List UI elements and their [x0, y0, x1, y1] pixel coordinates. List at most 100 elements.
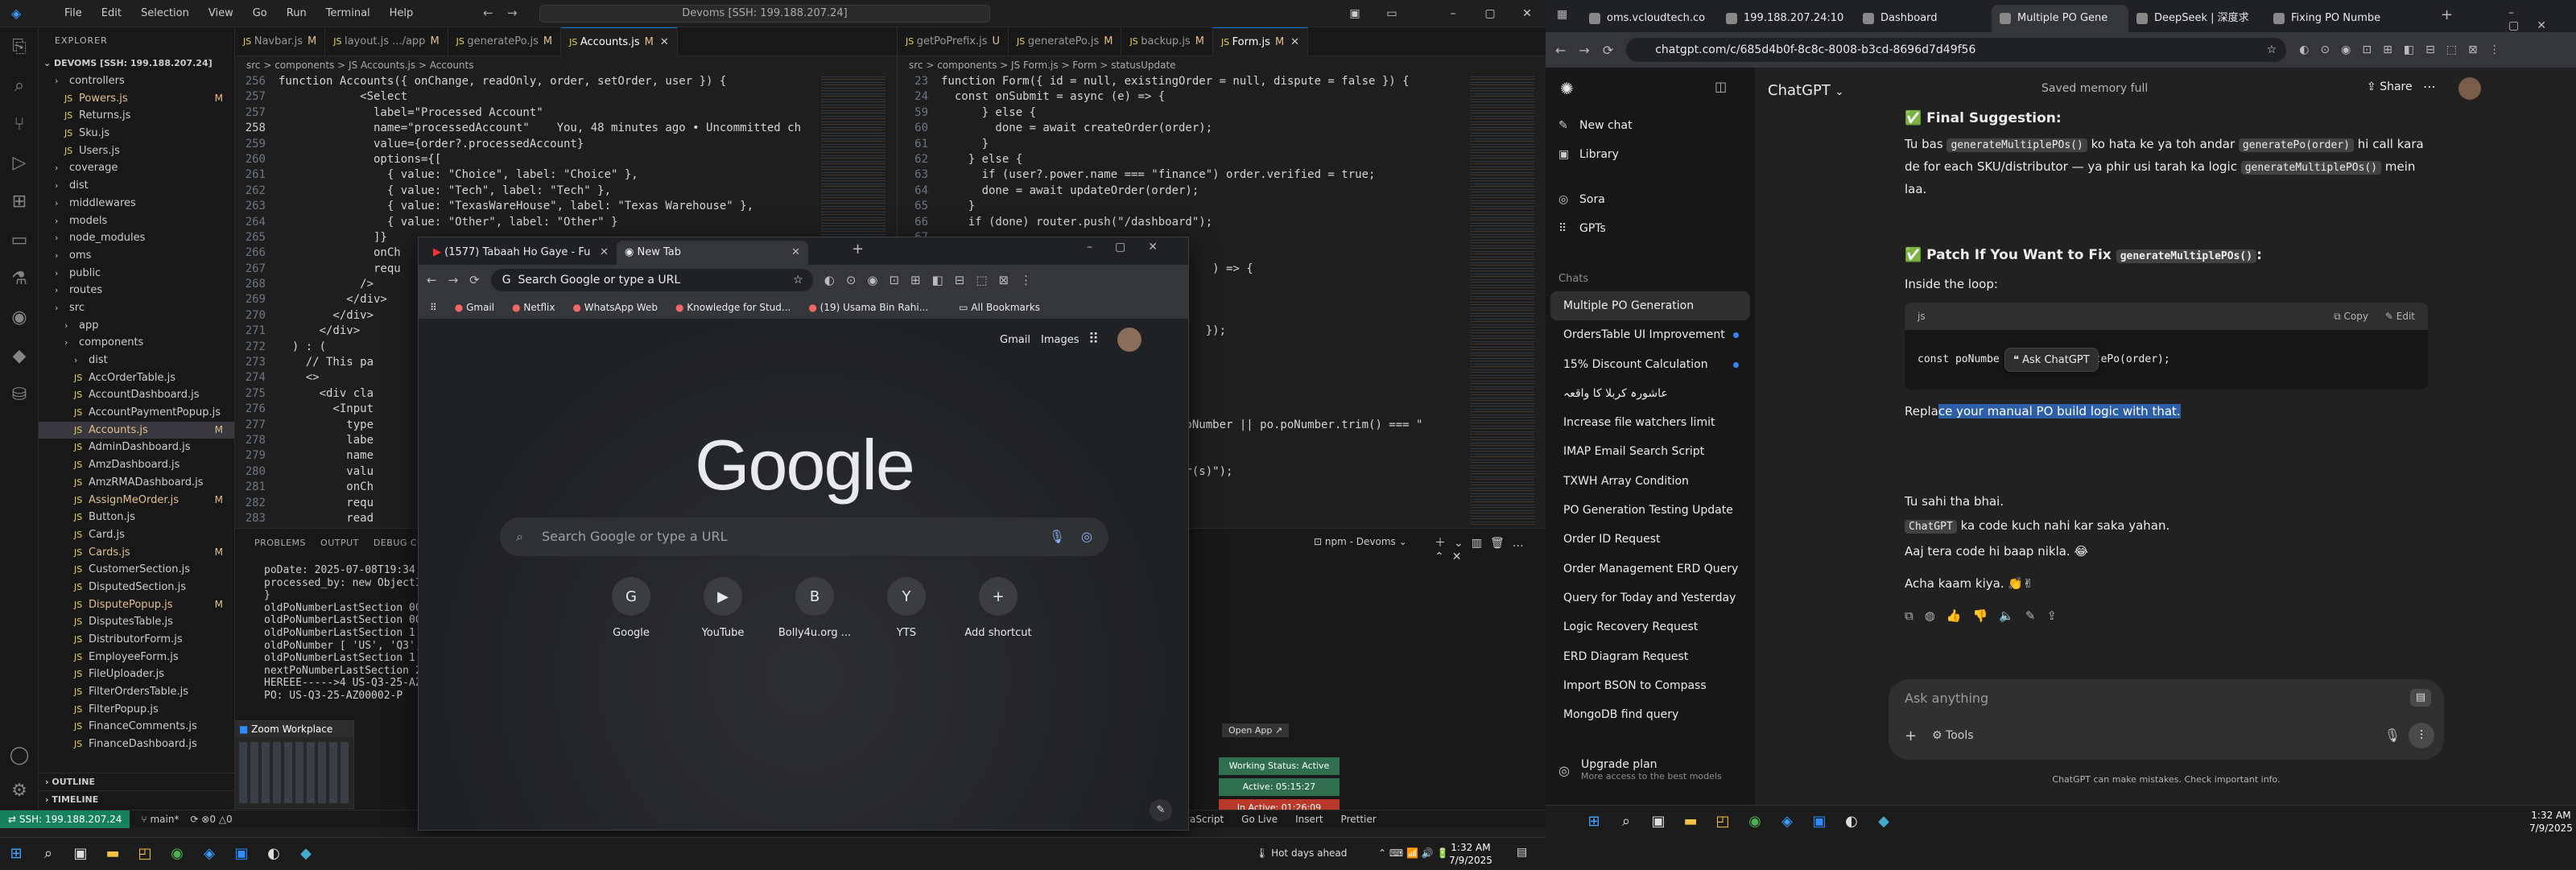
- file-item[interactable]: JS FinanceDashboard.js: [39, 736, 234, 753]
- gpts-button[interactable]: ⠿ GPTs: [1546, 214, 1755, 243]
- shortcut-tile[interactable]: G Google: [594, 577, 668, 639]
- file-item[interactable]: JS FilterPopup.js: [39, 701, 234, 719]
- attachment-preview-icon[interactable]: ▤: [2410, 689, 2431, 707]
- chat-history-item[interactable]: Increase file watchers limit: [1550, 408, 1750, 437]
- file-item[interactable]: JS Card.js: [39, 526, 234, 544]
- images-link[interactable]: Images: [1041, 334, 1080, 346]
- menu-view[interactable]: View: [200, 4, 242, 23]
- message-actions[interactable]: ⧉◍👍👎🔈✎⇪: [1905, 605, 2428, 626]
- copy-button[interactable]: ⧉ Copy: [2334, 303, 2368, 330]
- source-control-icon[interactable]: ⑂: [0, 105, 39, 143]
- customize-pencil-icon[interactable]: ✎: [1150, 799, 1172, 822]
- folder-item[interactable]: › oms: [39, 247, 234, 265]
- file-item[interactable]: JS CustomerSection.js: [39, 561, 234, 579]
- chat-history-item[interactable]: عاشورہ کربلا کا واقعہ: [1550, 379, 1750, 408]
- thumbs-down-icon[interactable]: 👎: [1973, 608, 2000, 623]
- panel-actions[interactable]: ＋⌄▥🗑…⌃✕: [1435, 534, 1546, 563]
- status-item[interactable]: Prettier: [1341, 814, 1377, 825]
- new-chat-button[interactable]: ✎ New chat: [1546, 111, 1755, 140]
- zoom-icon[interactable]: ▣: [1803, 806, 1835, 838]
- menu-terminal[interactable]: Terminal: [318, 4, 378, 23]
- read-aloud-icon[interactable]: 🔈: [1999, 608, 2025, 623]
- openai-logo-icon[interactable]: ✺: [1560, 79, 1574, 98]
- close-tab-icon[interactable]: ✕: [791, 241, 800, 265]
- chat-history-item[interactable]: IMAP Email Search Script: [1550, 437, 1750, 466]
- zoom-icon[interactable]: ▣: [225, 838, 258, 870]
- menu-edit[interactable]: Edit: [93, 4, 130, 23]
- address-bar[interactable]: chatgpt.com/c/685d4b0f-8c8c-8008-b3cd-86…: [1626, 38, 2287, 62]
- sora-button[interactable]: ◎ Sora: [1546, 185, 1755, 214]
- chat-history-item[interactable]: Import BSON to Compass: [1550, 671, 1750, 700]
- extension-icons[interactable]: ◐⊙◉⊡⊞◧⊟⬚⊠⋮: [2299, 43, 2512, 56]
- file-item[interactable]: JS DisputedSection.js: [39, 579, 234, 596]
- edit-icon[interactable]: ✎: [2025, 608, 2047, 623]
- start-icon[interactable]: ⊞: [0, 838, 32, 870]
- menu-go[interactable]: Go: [245, 4, 275, 23]
- file-item[interactable]: JS Cards.js M: [39, 544, 234, 562]
- share-button[interactable]: ⇪ Share: [2367, 80, 2413, 93]
- forward-arrow-icon[interactable]: →: [507, 6, 518, 20]
- file-item[interactable]: JS AssignMeOrder.js M: [39, 492, 234, 509]
- file-explorer-icon[interactable]: ▬: [97, 838, 129, 870]
- folder-item[interactable]: › routes: [39, 282, 234, 299]
- file-item[interactable]: JS DisputePopup.js M: [39, 596, 234, 614]
- editor-tab[interactable]: JS getPoPrefix.js U: [898, 27, 1009, 56]
- tools-button[interactable]: ⚙ Tools: [1932, 729, 1974, 742]
- file-item[interactable]: JS FileUploader.js: [39, 666, 234, 683]
- browser-tab[interactable]: Dashboard: [1855, 5, 1992, 32]
- panel-tab[interactable]: PROBLEMS: [254, 538, 306, 548]
- task-view-icon[interactable]: ▣: [64, 838, 97, 870]
- file-item[interactable]: JS Returns.js: [39, 107, 234, 125]
- profile-avatar[interactable]: [1117, 328, 1141, 352]
- open-app-button[interactable]: Open App ↗: [1222, 724, 1290, 737]
- memory-icon[interactable]: ◍: [1925, 608, 1946, 623]
- weather-widget[interactable]: 🌡 Hot days ahead: [1256, 847, 1347, 859]
- back-icon[interactable]: ←: [1555, 43, 1566, 58]
- model-selector[interactable]: ChatGPT ⌄: [1768, 82, 1844, 99]
- chat-history-item[interactable]: Multiple PO Generation: [1550, 291, 1750, 321]
- bookmark-item[interactable]: ● Knowledge for Stud...: [675, 302, 791, 313]
- search-icon[interactable]: ⌕: [0, 66, 39, 105]
- remote-explorer-icon[interactable]: ▭: [0, 221, 39, 259]
- file-item[interactable]: JS DisputesTable.js: [39, 613, 234, 631]
- command-center-search[interactable]: Devoms [SSH: 199.188.207.24]: [539, 5, 990, 23]
- chrome-icon[interactable]: ◉: [1739, 806, 1771, 838]
- vscode-icon[interactable]: ◈: [1771, 806, 1803, 838]
- panel-toggle-icon[interactable]: ▭: [1373, 0, 1410, 27]
- chat-history-item[interactable]: Query for Today and Yesterday: [1550, 583, 1750, 612]
- account-icon[interactable]: ◯: [0, 736, 39, 774]
- close-tab-icon[interactable]: ✕: [660, 36, 669, 48]
- chrome-window-controls[interactable]: –▢✕: [1087, 241, 1180, 254]
- run-debug-icon[interactable]: ▷: [0, 143, 39, 182]
- app-icon[interactable]: ◐: [1835, 806, 1868, 838]
- terminal-selector[interactable]: ⊡ npm - Devoms ⌄: [1314, 536, 1407, 547]
- layout-icon[interactable]: ▣: [1336, 0, 1373, 27]
- user-avatar[interactable]: [2458, 77, 2481, 100]
- minimap-right[interactable]: [1470, 74, 1534, 525]
- panel-tab[interactable]: OUTPUT: [320, 538, 359, 548]
- store-icon[interactable]: ◰: [1707, 806, 1739, 838]
- menu-file[interactable]: File: [56, 4, 90, 23]
- file-item[interactable]: JS EmployeeForm.js: [39, 649, 234, 666]
- new-tab-icon[interactable]: +: [2441, 6, 2453, 23]
- sync-icon[interactable]: ⟳ ⊗0 △0: [190, 814, 232, 825]
- file-item[interactable]: JS AccOrderTable.js: [39, 369, 234, 387]
- folder-item[interactable]: › coverage: [39, 159, 234, 177]
- voice-mode-icon[interactable]: ⫶: [2409, 723, 2434, 748]
- bookmark-star-icon[interactable]: ☆: [793, 269, 803, 291]
- task-view-icon[interactable]: ▣: [1642, 806, 1674, 838]
- browser-tab[interactable]: Multiple PO Gene: [1992, 5, 2128, 32]
- new-tab-icon[interactable]: +: [852, 241, 864, 258]
- folder-item[interactable]: › models: [39, 212, 234, 230]
- extensions-icon[interactable]: ⊞: [0, 182, 39, 221]
- gmail-link[interactable]: Gmail: [1000, 334, 1030, 346]
- chat-history-item[interactable]: TXWH Array Condition: [1550, 467, 1750, 496]
- explorer-icon[interactable]: ⎘: [0, 27, 39, 66]
- file-item[interactable]: JS Sku.js: [39, 125, 234, 142]
- chat-history-item[interactable]: PO Generation Testing Update: [1550, 496, 1750, 525]
- clock[interactable]: 1:32 AM 7/9/2025: [1449, 841, 1492, 867]
- forward-icon[interactable]: →: [1579, 43, 1589, 58]
- editor-tab[interactable]: JS Form.js M ✕: [1212, 27, 1309, 56]
- start-icon[interactable]: ⊞: [1578, 806, 1610, 838]
- testing-icon[interactable]: ⚗: [0, 259, 39, 298]
